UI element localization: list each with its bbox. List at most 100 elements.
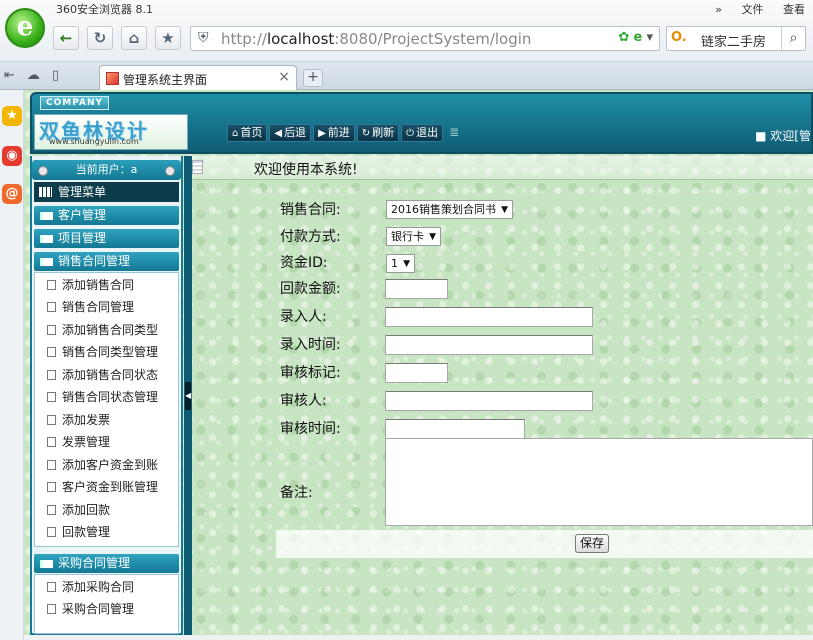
browser-toolbar: e 360安全浏览器 8.1 » 文件 查看 ← ↻ ⌂ ★ ⛨ http://… xyxy=(0,0,813,62)
menu-file[interactable]: 文件 xyxy=(742,3,764,16)
form-button-row: 保存 xyxy=(276,530,813,558)
remark-textarea[interactable] xyxy=(385,438,813,526)
menu-item-add-payment-return[interactable]: 添加回款 xyxy=(47,500,110,520)
audit-time-label: 审核时间: xyxy=(280,421,341,437)
purchase-submenu: 添加采购合同 采购合同管理 xyxy=(34,574,179,634)
refresh-icon: ↻ xyxy=(361,128,371,139)
search-icon[interactable]: ⌕ xyxy=(781,27,805,50)
category-icon xyxy=(40,212,53,220)
document-icon xyxy=(47,437,56,447)
forward-arrow-icon: ▶ xyxy=(318,128,326,139)
page-footer xyxy=(24,635,813,640)
browser-name: 360安全浏览器 8.1 xyxy=(56,3,153,16)
back-arrow-icon: ◀ xyxy=(274,128,283,139)
page-favicon-icon xyxy=(106,72,119,85)
menu-item-customer-funds-mgmt[interactable]: 客户资金到账管理 xyxy=(47,477,158,497)
address-bar[interactable]: ⛨ http://localhost:8080/ProjectSystem/lo… xyxy=(190,26,660,51)
document-icon xyxy=(47,280,56,290)
sales-contract-select[interactable]: 2016销售策划合同书 ▼ xyxy=(386,200,513,219)
entered-time-label: 录入时间: xyxy=(280,337,341,353)
home-icon[interactable]: ⌂ xyxy=(121,26,147,50)
web-page: COMPANY 双鱼林设计 www.shuangyulin.com ⌂ 首页 ◀ 后退… xyxy=(24,90,813,635)
category-customer[interactable]: 客户管理 xyxy=(34,206,179,225)
refresh-icon[interactable]: ↻ xyxy=(87,26,113,50)
menu-item-invoice-mgmt[interactable]: 发票管理 xyxy=(47,432,110,452)
back-button[interactable]: ◀ 后退 xyxy=(269,124,312,142)
save-button[interactable]: 保存 xyxy=(575,534,609,553)
menu-overflow-icon[interactable]: » xyxy=(715,3,722,16)
tab-close-icon[interactable]: × xyxy=(278,69,290,85)
document-icon xyxy=(47,460,56,470)
menu-item-payment-return-mgmt[interactable]: 回款管理 xyxy=(47,522,110,542)
new-tab-button[interactable]: + xyxy=(303,69,323,87)
browser-menu: » 文件 查看 xyxy=(699,1,805,17)
search-input[interactable]: 链家二手房 xyxy=(701,31,766,50)
sales-submenu: 添加销售合同 销售合同管理 添加销售合同类型 销售合同类型管理 添加销售合同状态… xyxy=(34,272,179,547)
amount-input[interactable] xyxy=(385,279,448,299)
audit-time-input[interactable] xyxy=(385,419,525,439)
menu-item-add-customer-funds[interactable]: 添加客户资金到账 xyxy=(47,455,158,475)
search-box[interactable]: O. 链家二手房 ⌕ xyxy=(666,26,806,51)
menu-item-add-invoice[interactable]: 添加发票 xyxy=(47,410,110,430)
document-icon xyxy=(47,325,56,335)
favorite-star-icon[interactable]: ★ xyxy=(155,26,181,50)
chevron-down-icon: ▼ xyxy=(501,205,508,215)
fund-id-label: 资金ID: xyxy=(280,255,328,271)
sidebar-splitter[interactable]: ◀ xyxy=(184,156,192,635)
document-icon xyxy=(47,505,56,515)
forward-button[interactable]: ▶ 前进 xyxy=(313,124,355,142)
document-icon xyxy=(47,370,56,380)
category-icon xyxy=(40,258,53,266)
address-bar-icons[interactable]: ✿ e ▾ xyxy=(618,30,653,45)
audit-flag-input[interactable] xyxy=(385,363,448,383)
logout-button[interactable]: ⏻ 退出 xyxy=(401,124,444,142)
mail-icon[interactable]: @ xyxy=(2,184,22,204)
company-tag: COMPANY xyxy=(40,96,109,110)
category-icon xyxy=(40,560,53,568)
menu-item-contract-type-mgmt[interactable]: 销售合同类型管理 xyxy=(47,342,158,362)
audit-flag-label: 审核标记: xyxy=(280,365,341,381)
header-nav: ⌂ 首页 ◀ 后退 ▶ 前进 ↻ 刷新 ⏻ 退出 ≣ xyxy=(227,124,459,144)
collapse-arrow-icon[interactable]: ◀ xyxy=(185,382,191,410)
pin-icon xyxy=(165,166,175,176)
category-sales-contract[interactable]: 销售合同管理 xyxy=(34,252,179,271)
search-engine-icon[interactable]: O. xyxy=(671,30,687,45)
sidebar-toggle-icons[interactable]: ⇤☁▯ xyxy=(4,68,71,83)
category-purchase-contract[interactable]: 采购合同管理 xyxy=(34,554,179,573)
menu-lines-icon: ≣ xyxy=(449,125,460,139)
document-icon xyxy=(47,527,56,537)
current-user-label: 当前用户：a xyxy=(75,163,138,176)
content-frame: 欢迎使用本系统! 销售合同: 2016销售策划合同书 ▼ 付款方式: 银行卡 ▼ 资… xyxy=(192,156,813,635)
menu-item-add-purchase-contract[interactable]: 添加采购合同 xyxy=(47,577,134,597)
sidebar: 当前用户：a 管理菜单 客户管理 项目管理 销售合同管理 添加销售合同 销售合同… xyxy=(30,156,183,635)
current-user-bar: 当前用户：a xyxy=(32,160,181,180)
favorites-star-icon[interactable]: ★ xyxy=(2,106,22,126)
menu-item-add-contract-type[interactable]: 添加销售合同类型 xyxy=(47,320,158,340)
browser-logo-icon[interactable]: e xyxy=(5,8,45,48)
tab-admin-main[interactable]: 管理系统主界面 × xyxy=(99,65,297,91)
category-project[interactable]: 项目管理 xyxy=(34,229,179,248)
menu-view[interactable]: 查看 xyxy=(783,3,805,16)
menu-item-add-contract-state[interactable]: 添加销售合同状态 xyxy=(47,365,158,385)
menu-item-contract-state-mgmt[interactable]: 销售合同状态管理 xyxy=(47,387,158,407)
chevron-down-icon: ▼ xyxy=(403,259,410,269)
entered-time-input[interactable] xyxy=(385,335,593,355)
home-button[interactable]: ⌂ 首页 xyxy=(227,124,268,142)
auditor-label: 审核人: xyxy=(280,393,327,409)
weibo-icon[interactable]: ◉ xyxy=(2,146,22,166)
address-url[interactable]: http://localhost:8080/ProjectSystem/logi… xyxy=(221,30,531,48)
site-logo-url: www.shuangyulin.com xyxy=(49,137,139,146)
refresh-button[interactable]: ↻ 刷新 xyxy=(356,124,400,142)
menu-item-add-sales-contract[interactable]: 添加销售合同 xyxy=(47,275,134,295)
fund-id-select[interactable]: 1 ▼ xyxy=(386,254,415,273)
back-icon[interactable]: ← xyxy=(53,26,79,50)
menu-item-purchase-contract-mgmt[interactable]: 采购合同管理 xyxy=(47,599,134,619)
payment-method-select[interactable]: 银行卡 ▼ xyxy=(386,227,441,246)
entered-by-input[interactable] xyxy=(385,307,593,327)
document-icon xyxy=(47,302,56,312)
auditor-input[interactable] xyxy=(385,391,593,411)
home-icon: ⌂ xyxy=(232,128,239,139)
document-icon xyxy=(47,347,56,357)
menu-item-sales-contract-mgmt[interactable]: 销售合同管理 xyxy=(47,297,134,317)
category-icon xyxy=(40,235,53,243)
